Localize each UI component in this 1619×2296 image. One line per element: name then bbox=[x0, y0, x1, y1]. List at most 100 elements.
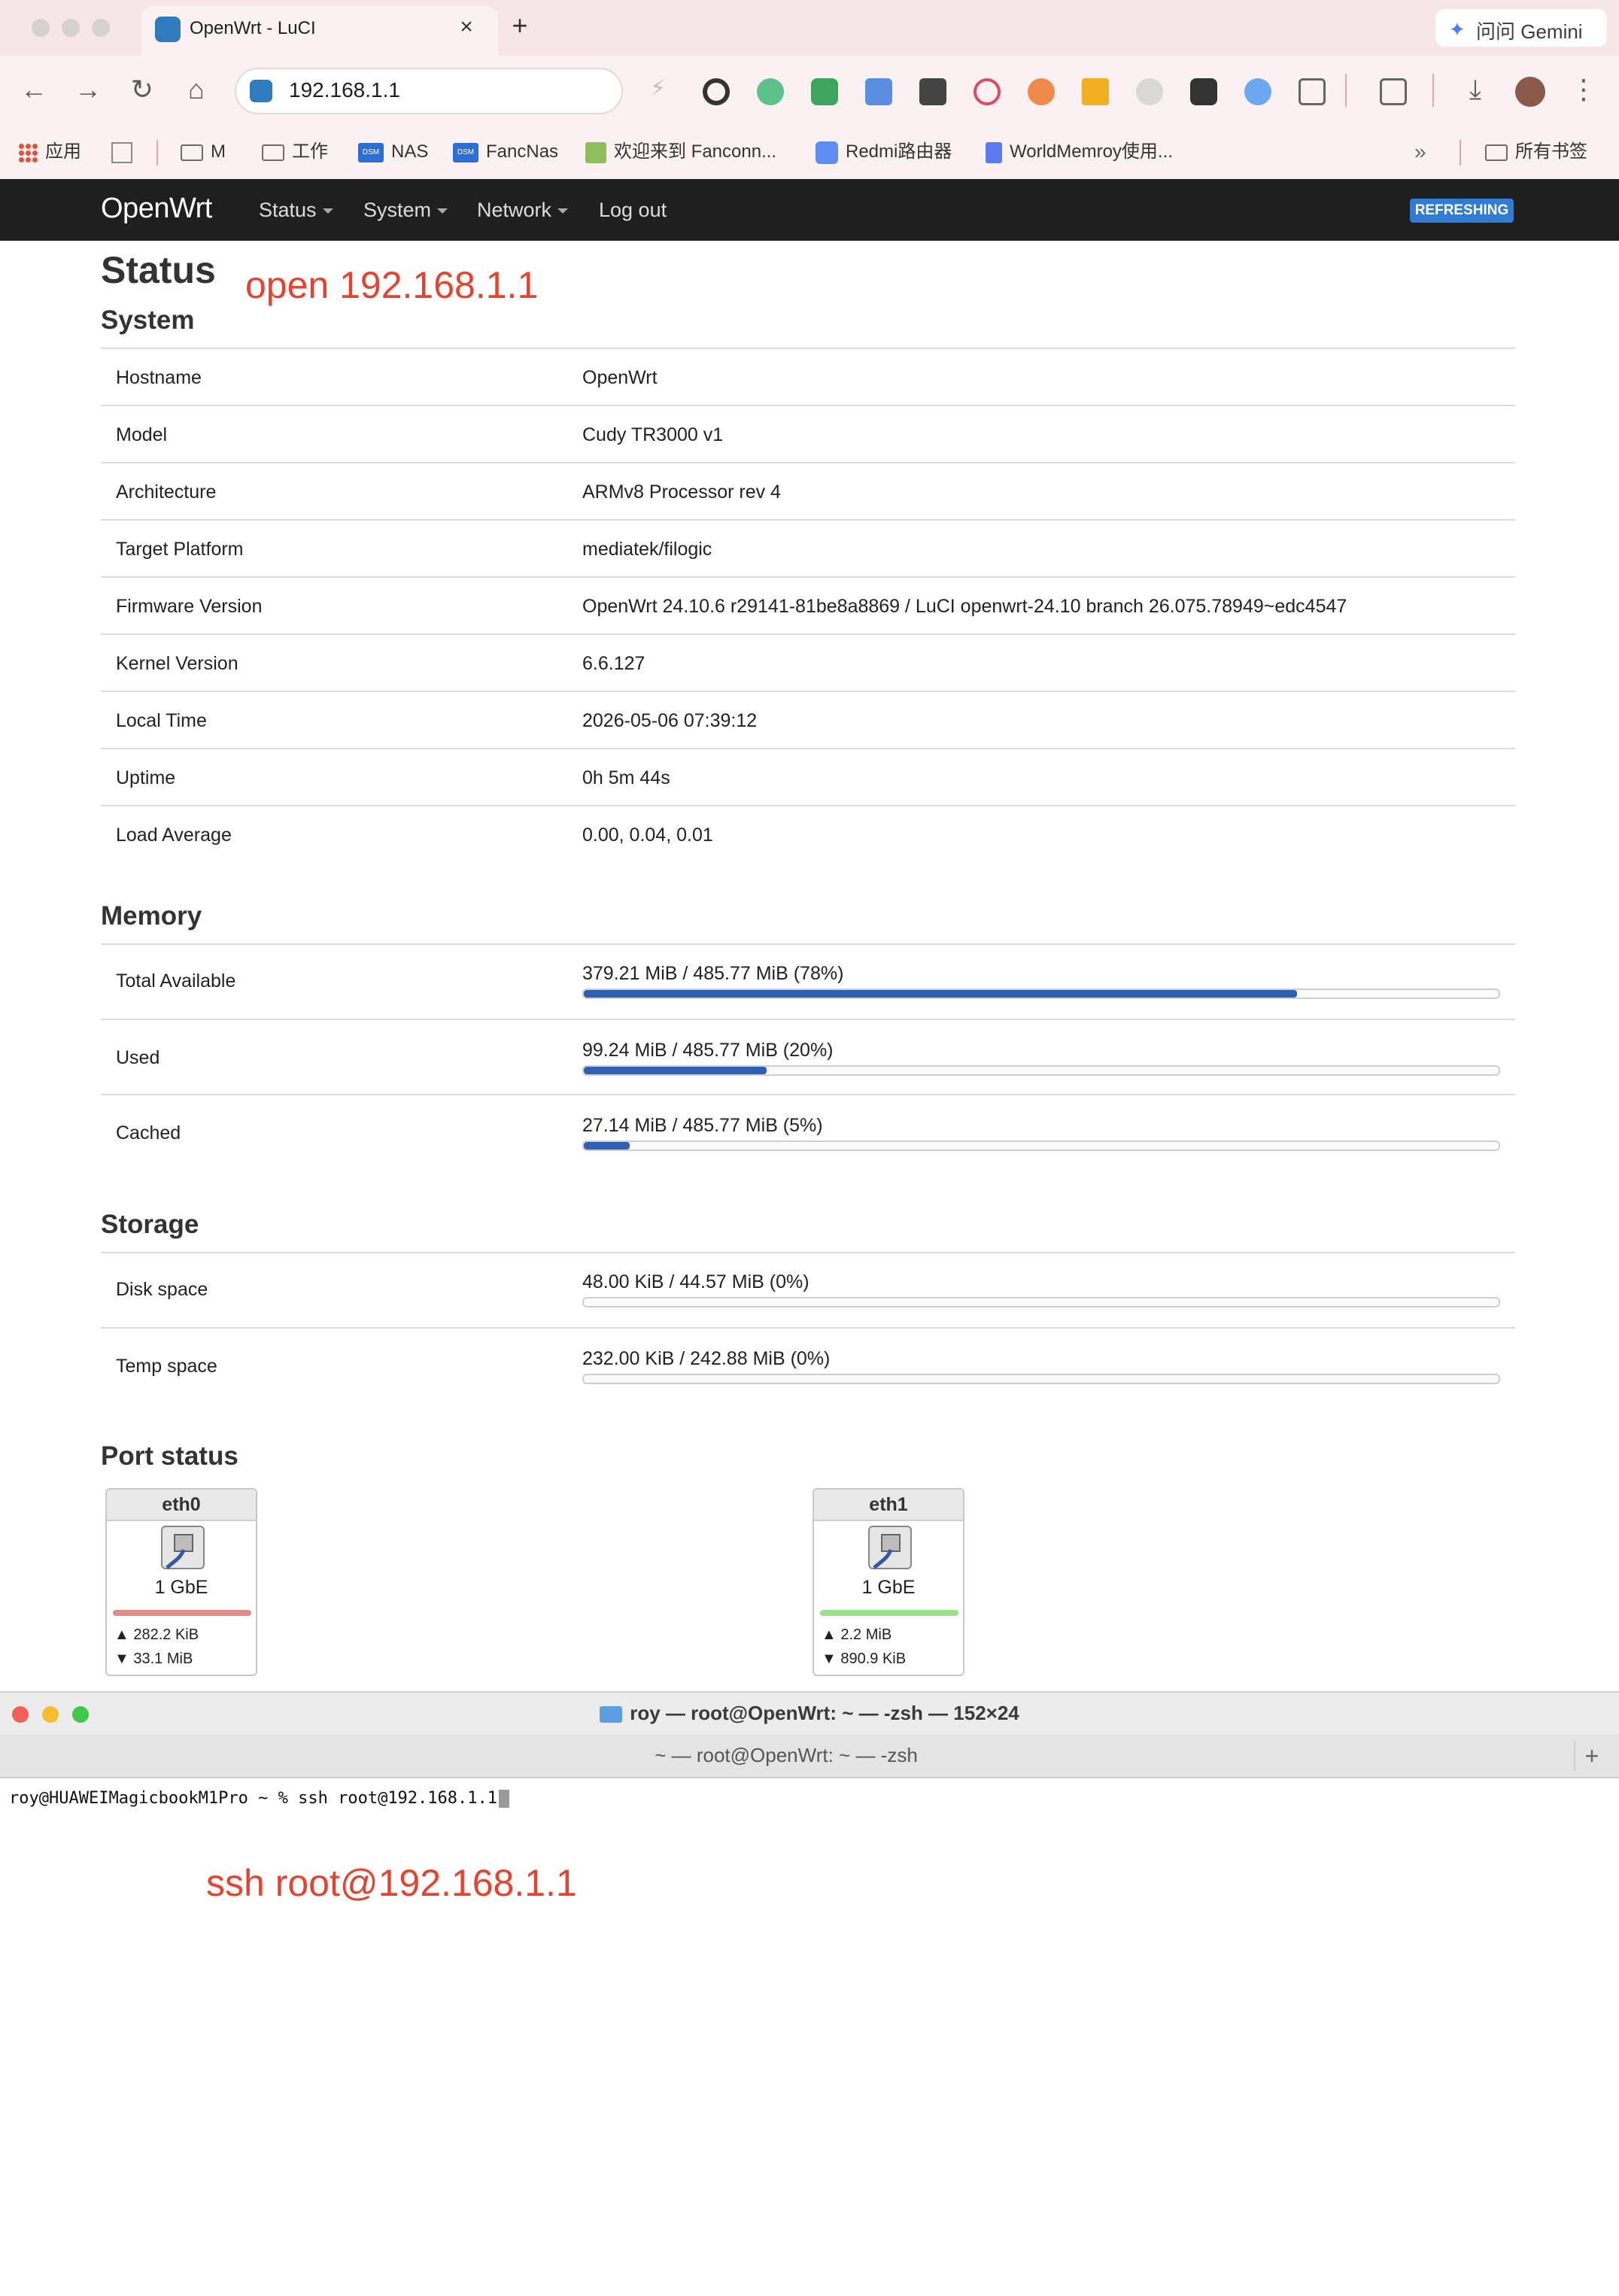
menu-system[interactable]: System bbox=[363, 199, 448, 222]
uptime-value: 0h 5m 44s bbox=[582, 767, 670, 788]
firmware-version-value: OpenWrt 24.10.6 r29141-81be8a8869 / LuCI… bbox=[582, 596, 1347, 617]
site-info-icon[interactable] bbox=[250, 80, 272, 102]
bookmarks-overflow-icon[interactable]: » bbox=[1414, 137, 1426, 167]
ethernet-port-icon bbox=[868, 1526, 912, 1569]
address-bar[interactable]: 192.168.1.1 bbox=[235, 68, 623, 114]
extension-tools-icon[interactable] bbox=[919, 78, 946, 105]
reload-icon[interactable]: ↻ bbox=[123, 71, 161, 108]
close-window-button[interactable] bbox=[32, 19, 50, 37]
extension-translate-icon[interactable] bbox=[865, 78, 892, 105]
extension-circle-icon[interactable] bbox=[703, 78, 730, 105]
refreshing-badge[interactable]: REFRESHING bbox=[1410, 199, 1514, 223]
terminal-command-line[interactable]: roy@HUAWEIMagicbookM1Pro ~ % ssh root@19… bbox=[9, 1789, 510, 1808]
bookmark-fancnas[interactable]: DSM FancNas bbox=[453, 137, 558, 167]
disk-space-label: Disk space bbox=[116, 1279, 208, 1300]
kernel-version-value: 6.6.127 bbox=[582, 653, 645, 674]
all-bookmarks[interactable]: 所有书签 bbox=[1485, 137, 1587, 167]
memory-heading: Memory bbox=[101, 901, 202, 931]
ethernet-port-icon bbox=[161, 1526, 205, 1569]
progress-fill bbox=[584, 1067, 767, 1074]
zoom-window-button[interactable] bbox=[92, 19, 110, 37]
extension-telegram-icon[interactable] bbox=[1244, 78, 1271, 105]
tab-search-icon[interactable] bbox=[1380, 78, 1407, 105]
browser-tab-strip: OpenWrt - LuCI × + ✦ 问问 Gemini bbox=[0, 0, 1619, 56]
local-time-value: 2026-05-06 07:39:12 bbox=[582, 710, 758, 731]
forward-arrow-icon[interactable]: → bbox=[69, 71, 107, 108]
used-label: Used bbox=[116, 1047, 160, 1068]
bookmark-fanconn[interactable]: 欢迎来到 Fanconn... bbox=[585, 137, 776, 167]
toolbar-divider bbox=[1345, 74, 1347, 107]
tab-title: OpenWrt - LuCI bbox=[190, 18, 316, 38]
lightning-icon[interactable]: ⚡ bbox=[650, 75, 666, 102]
port-name: eth1 bbox=[814, 1490, 963, 1521]
dsm-icon: DSM bbox=[358, 142, 384, 162]
extension-shield-icon[interactable] bbox=[811, 78, 838, 105]
port-tx: ▲ 2.2 MiB bbox=[822, 1626, 892, 1643]
bookmark-label: 工作 bbox=[292, 141, 328, 162]
download-icon[interactable]: ⤓ bbox=[1456, 71, 1494, 108]
load-average-label: Load Average bbox=[116, 825, 232, 846]
folder-icon bbox=[600, 1706, 623, 1724]
row-divider bbox=[101, 805, 1515, 806]
extension-yellow-icon[interactable] bbox=[1082, 78, 1109, 105]
architecture-value: ARMv8 Processor rev 4 bbox=[582, 481, 781, 503]
bookmarks-bar: 应用 M 工作 DSM NAS DSM FancNas 欢迎来到 Fanconn..… bbox=[0, 129, 1619, 179]
bookmark-label: NAS bbox=[391, 141, 429, 162]
bookmark-worldmemroy[interactable]: WorldMemroy使用... bbox=[986, 137, 1173, 167]
extension-sync-icon[interactable] bbox=[757, 78, 784, 105]
progress-fill bbox=[584, 1142, 630, 1150]
storage-heading: Storage bbox=[101, 1210, 199, 1239]
bookmark-grid[interactable] bbox=[111, 137, 140, 167]
extension-orange-icon[interactable] bbox=[1028, 78, 1055, 105]
browser-tab[interactable]: OpenWrt - LuCI × bbox=[141, 6, 498, 56]
port-eth1[interactable]: eth1 1 GbE ▲ 2.2 MiB ▼ 890.9 KiB bbox=[813, 1488, 964, 1676]
bookmark-label: M bbox=[211, 141, 226, 162]
cached-progress bbox=[582, 1140, 1500, 1151]
row-divider bbox=[101, 691, 1515, 692]
extension-m-icon[interactable] bbox=[974, 78, 1001, 105]
port-status-heading: Port status bbox=[101, 1441, 238, 1471]
row-divider bbox=[101, 519, 1515, 521]
terminal-window-title-text: roy — root@OpenWrt: ~ — -zsh — 152×24 bbox=[630, 1702, 1019, 1724]
terminal-body[interactable]: roy@HUAWEIMagicbookM1Pro ~ % ssh root@19… bbox=[0, 1778, 1619, 2296]
extension-dark-icon[interactable] bbox=[1190, 78, 1217, 105]
menu-status[interactable]: Status bbox=[259, 199, 333, 222]
all-bookmarks-label: 所有书签 bbox=[1515, 141, 1587, 162]
extension-grey-icon[interactable] bbox=[1136, 78, 1163, 105]
gemini-sparkle-icon: ✦ bbox=[1449, 18, 1466, 41]
bookmark-folder-work[interactable]: 工作 bbox=[262, 137, 328, 167]
apps-grid-icon bbox=[18, 142, 38, 162]
disk-space-progress bbox=[582, 1297, 1500, 1307]
terminal-tab[interactable]: ~ — root@OpenWrt: ~ — -zsh bbox=[0, 1744, 1572, 1767]
menu-kebab-icon[interactable]: ⋮ bbox=[1565, 71, 1602, 108]
close-tab-icon[interactable]: × bbox=[451, 12, 481, 42]
chevron-down-icon bbox=[557, 208, 569, 214]
port-eth0[interactable]: eth0 1 GbE ▲ 282.2 KiB ▼ 33.1 MiB bbox=[105, 1488, 257, 1676]
bookmark-apps[interactable]: 应用 bbox=[18, 137, 81, 167]
wifi-icon bbox=[816, 141, 838, 164]
profile-avatar[interactable] bbox=[1515, 77, 1545, 107]
address-text[interactable]: 192.168.1.1 bbox=[289, 78, 400, 102]
progress-fill bbox=[584, 990, 1298, 998]
back-arrow-icon[interactable]: ← bbox=[15, 71, 53, 108]
terminal-new-tab-icon[interactable]: + bbox=[1574, 1741, 1608, 1771]
bookmark-redmi[interactable]: Redmi路由器 bbox=[816, 137, 952, 167]
minimize-window-button[interactable] bbox=[62, 19, 80, 37]
extensions-puzzle-icon[interactable] bbox=[1299, 78, 1326, 105]
ask-gemini-button[interactable]: ✦ 问问 Gemini bbox=[1435, 9, 1607, 47]
menu-logout[interactable]: Log out bbox=[599, 199, 667, 222]
total-available-progress bbox=[582, 989, 1500, 999]
new-tab-button[interactable]: + bbox=[504, 11, 536, 42]
port-speed: 1 GbE bbox=[861, 1577, 916, 1598]
openwrt-navbar: OpenWrt Status System Network Log out RE… bbox=[0, 179, 1619, 241]
home-icon[interactable]: ⌂ bbox=[178, 71, 215, 108]
openwrt-brand[interactable]: OpenWrt bbox=[101, 193, 212, 225]
target-platform-value: mediatek/filogic bbox=[582, 539, 712, 560]
dsm-icon: DSM bbox=[453, 142, 478, 162]
bookmark-nas[interactable]: DSM NAS bbox=[358, 137, 428, 167]
hostname-label: Hostname bbox=[116, 367, 202, 388]
bookmark-folder-m[interactable]: M bbox=[181, 137, 226, 167]
port-tx: ▲ 282.2 KiB bbox=[114, 1626, 199, 1643]
bookmark-label: FancNas bbox=[486, 141, 559, 162]
menu-network[interactable]: Network bbox=[477, 199, 569, 222]
